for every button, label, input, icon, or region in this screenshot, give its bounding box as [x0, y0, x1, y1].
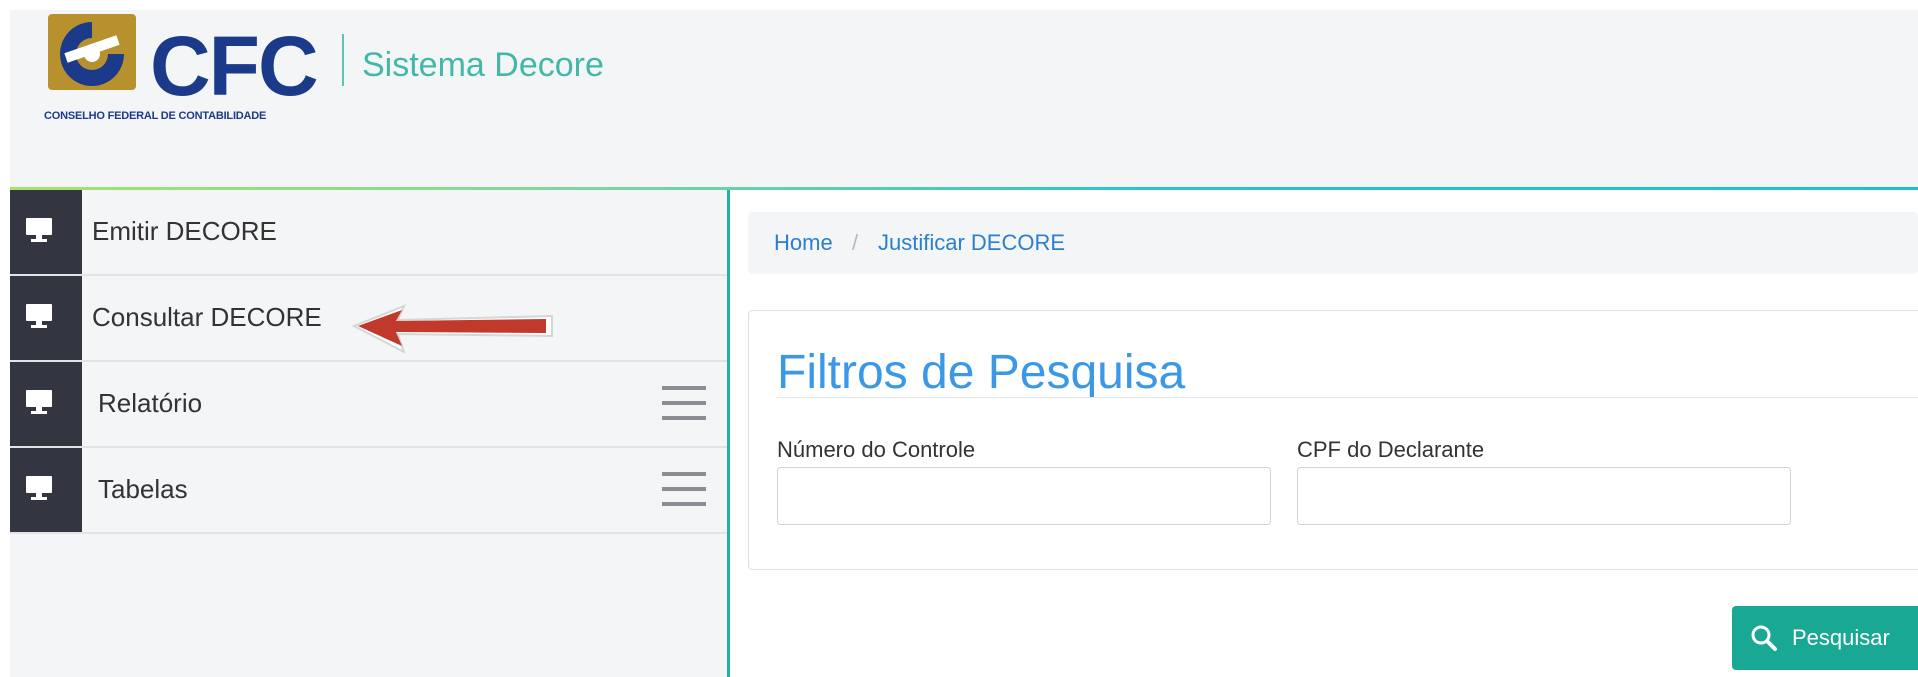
sidebar-item-label: Relatório: [98, 388, 203, 418]
sidebar-item-label: Consultar DECORE: [92, 302, 322, 332]
sidebar-item-label: Tabelas: [98, 474, 188, 504]
breadcrumb-separator: /: [852, 230, 859, 255]
logo-divider: [342, 34, 344, 86]
filters-panel: Filtros de Pesquisa Número do Controle C…: [748, 310, 1918, 570]
sidebar-item-label: Emitir DECORE: [92, 216, 277, 246]
monitor-icon: [26, 476, 52, 500]
sidebar-item-relatorio[interactable]: Relatório: [10, 362, 727, 448]
title-divider: [777, 397, 1918, 398]
monitor-icon: [26, 218, 52, 242]
sidebar-item-tabelas[interactable]: Tabelas: [10, 448, 727, 534]
search-button[interactable]: Pesquisar: [1732, 606, 1918, 670]
logo-full-name: CONSELHO FEDERAL DE CONTABILIDADE: [44, 110, 267, 122]
control-number-label: Número do Controle: [777, 437, 976, 462]
cpf-label: CPF do Declarante: [1297, 437, 1485, 462]
breadcrumb: Home / Justificar DECORE: [748, 212, 1918, 274]
cpf-input[interactable]: [1297, 467, 1791, 525]
sidebar-icon-box: [10, 190, 82, 274]
sidebar-border: [727, 190, 730, 677]
logo-abbreviation: CFC: [150, 19, 319, 113]
app-header: CFC CONSELHO FEDERAL DE CONTABILIDADE Si…: [10, 10, 1918, 187]
annotation-arrow-icon: [351, 304, 553, 355]
cfc-logo[interactable]: CFC CONSELHO FEDERAL DE CONTABILIDADE: [44, 10, 334, 130]
control-number-input[interactable]: [777, 467, 1271, 525]
hamburger-menu-icon[interactable]: [662, 470, 706, 508]
filters-title: Filtros de Pesquisa: [777, 346, 1186, 399]
sidebar: Emitir DECORE Consultar DECORE Relatório: [10, 190, 727, 677]
magnifier-icon: [1751, 625, 1777, 651]
sidebar-icon-box: [10, 362, 82, 446]
sidebar-icon-box: [10, 276, 82, 360]
search-button-label: Pesquisar: [1792, 625, 1890, 650]
cfc-emblem-icon: [48, 14, 136, 90]
monitor-icon: [26, 304, 52, 328]
sidebar-item-emitir-decore[interactable]: Emitir DECORE: [10, 190, 727, 276]
monitor-icon: [26, 390, 52, 414]
breadcrumb-current[interactable]: Justificar DECORE: [878, 230, 1065, 256]
breadcrumb-home-link[interactable]: Home: [774, 230, 833, 256]
sidebar-icon-box: [10, 448, 82, 532]
app-title: Sistema Decore: [362, 46, 604, 84]
hamburger-menu-icon[interactable]: [662, 384, 706, 422]
